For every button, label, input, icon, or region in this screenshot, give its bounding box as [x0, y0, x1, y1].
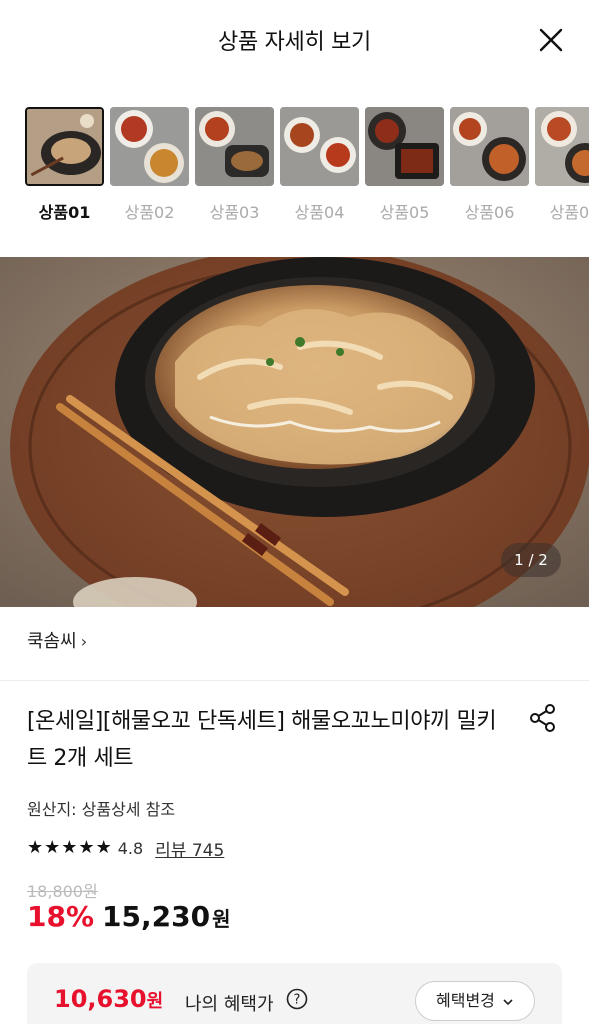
close-icon [539, 28, 563, 52]
price-unit: 원 [212, 907, 231, 931]
thumbnail-image [110, 107, 189, 186]
price-row: 18% 15,230 원 [27, 900, 231, 933]
thumbnail-item-07[interactable]: 상품07 [535, 107, 589, 223]
rating-row: ★ ★ ★ ★ ★ 4.8 리뷰 745 [27, 836, 224, 861]
benefit-label: 나의 혜택가 [185, 994, 274, 1015]
thumbnail-image [25, 107, 104, 186]
rating-value: 4.8 [117, 838, 144, 858]
rating-stars: ★ ★ ★ ★ ★ [27, 837, 112, 859]
benefit-price-value: 10,630 [54, 985, 147, 1013]
close-button[interactable] [537, 26, 565, 54]
thumbnail-label: 상품02 [124, 203, 175, 222]
star-icon: ★ [78, 837, 95, 858]
divider [0, 680, 589, 681]
chevron-right-icon: › [80, 632, 88, 651]
benefit-price-unit: 원 [146, 991, 164, 1012]
thumbnail-item-02[interactable]: 상품02 [110, 107, 190, 223]
seller-name: 쿡솜씨 [27, 631, 77, 652]
thumbnail-image [365, 107, 444, 186]
thumbnail-image [280, 107, 359, 186]
benefit-price-box: 10,630원 나의 혜택가 ? 혜택변경 [27, 963, 562, 1024]
image-page-indicator: 1 / 2 [501, 543, 561, 577]
star-icon: ★ [95, 837, 112, 858]
thumbnail-strip[interactable]: 상품01 상품02 상품03 상품04 상품05 상품06 상품0 [25, 107, 589, 227]
star-icon: ★ [44, 837, 61, 858]
thumbnail-label: 상품05 [379, 203, 430, 222]
svg-text:?: ? [294, 993, 301, 1008]
seller-link[interactable]: 쿡솜씨 › [27, 627, 87, 653]
discount-rate: 18% [27, 900, 95, 933]
change-benefit-label: 혜택변경 [436, 991, 495, 1010]
change-benefit-button[interactable]: 혜택변경 [415, 981, 535, 1021]
thumbnail-label: 상품06 [464, 203, 515, 222]
thumbnail-label: 상품07 [549, 203, 589, 222]
product-origin: 원산지: 상품상세 참조 [27, 800, 176, 819]
thumbnail-image [450, 107, 529, 186]
chevron-down-icon [503, 998, 513, 1005]
thumbnail-label: 상품03 [209, 203, 260, 222]
product-title: [온세일][해물오꼬 단독세트] 해물오꼬노미야끼 밀키트 2개 세트 [27, 709, 497, 771]
thumbnail-item-01[interactable]: 상품01 [25, 107, 105, 223]
sale-price: 15,230 [102, 900, 211, 933]
thumbnail-label: 상품04 [294, 203, 345, 222]
thumbnail-image [195, 107, 274, 186]
header: 상품 자세히 보기 [0, 0, 589, 84]
share-icon [530, 704, 555, 732]
thumbnail-item-06[interactable]: 상품06 [450, 107, 530, 223]
share-button[interactable] [527, 702, 559, 734]
benefit-price: 10,630원 [54, 985, 163, 1013]
page-title: 상품 자세히 보기 [218, 30, 371, 55]
original-price: 18,800원 [27, 882, 98, 901]
review-count-link[interactable]: 리뷰 745 [155, 836, 224, 861]
thumbnail-item-03[interactable]: 상품03 [195, 107, 275, 223]
thumbnail-item-05[interactable]: 상품05 [365, 107, 445, 223]
thumbnail-label: 상품01 [38, 203, 91, 222]
question-circle-icon[interactable]: ? [286, 988, 308, 1010]
star-icon: ★ [27, 837, 44, 858]
thumbnail-item-04[interactable]: 상품04 [280, 107, 360, 223]
thumbnail-image [535, 107, 589, 186]
star-icon: ★ [61, 837, 78, 858]
